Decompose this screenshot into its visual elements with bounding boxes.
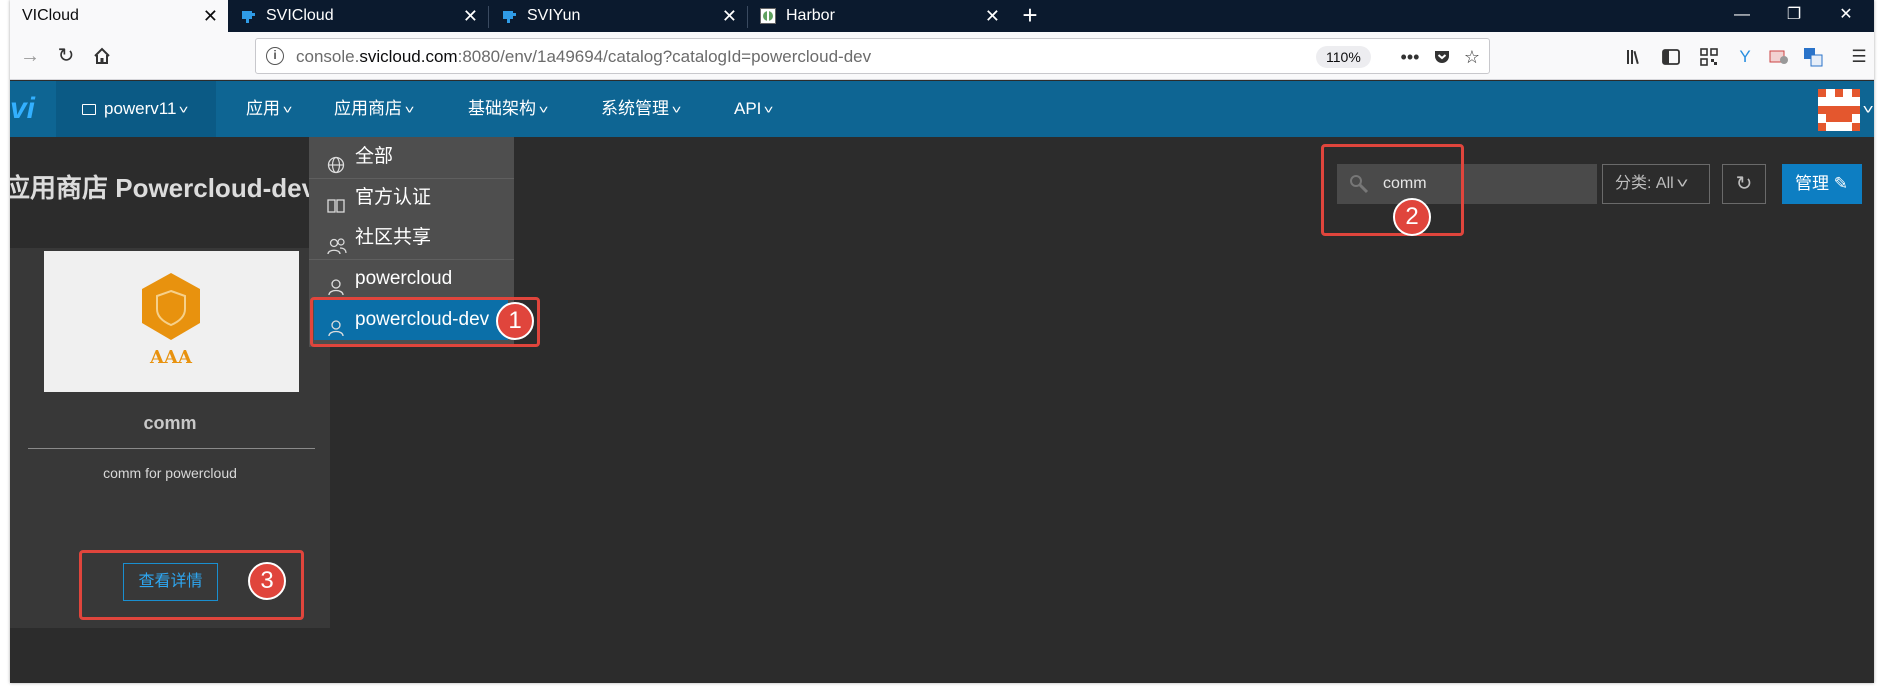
- tab-title: Harbor: [786, 7, 835, 24]
- browser-window: VICloud ✕ SVICloud ✕ SVIYun ✕ Harbor ✕ +: [10, 0, 1874, 683]
- chevron-down-icon: ˅: [1675, 175, 1689, 192]
- new-tab-button[interactable]: +: [1015, 0, 1045, 32]
- catalog-option-official[interactable]: 官方认证: [309, 178, 514, 218]
- extension-y-icon[interactable]: Y: [1732, 44, 1758, 70]
- url-text[interactable]: console.svicloud.com:8080/env/1a49694/ca…: [296, 47, 871, 67]
- site-info-icon[interactable]: i: [266, 47, 284, 65]
- page-actions-icon[interactable]: •••: [1398, 45, 1422, 69]
- catalog-option-powercloud[interactable]: powercloud: [309, 259, 514, 299]
- extension-mail-icon[interactable]: [1766, 44, 1792, 70]
- chevron-down-icon: ˅: [671, 103, 682, 117]
- home-icon[interactable]: [86, 40, 118, 72]
- harbor-favicon-icon: [760, 8, 776, 24]
- translate-icon[interactable]: [1800, 44, 1826, 70]
- annotation-number-2: 2: [1393, 198, 1431, 236]
- tab-title: SVICloud: [266, 7, 334, 24]
- divider: [28, 448, 315, 449]
- hamburger-menu-icon[interactable]: ☰: [1846, 44, 1872, 70]
- qr-code-icon[interactable]: [1696, 44, 1722, 70]
- page-title: 应用商店 Powercloud-dev: [10, 173, 317, 203]
- user-avatar[interactable]: [1818, 89, 1860, 131]
- catalog-option-all[interactable]: 全部: [309, 137, 514, 177]
- menu-infrastructure[interactable]: 基础架构 ˅: [468, 81, 549, 137]
- book-icon: [327, 190, 345, 213]
- manage-button[interactable]: 管理 ✎: [1782, 164, 1862, 204]
- chevron-down-icon: ˅: [404, 103, 415, 117]
- menu-catalog[interactable]: 应用商店 ˅: [334, 81, 415, 137]
- folder-icon: [82, 104, 96, 115]
- pocket-icon[interactable]: [1430, 45, 1454, 69]
- menu-admin[interactable]: 系统管理 ˅: [601, 81, 682, 137]
- chevron-down-icon: ˅: [538, 103, 549, 117]
- svg-text:AAA: AAA: [149, 347, 193, 368]
- refresh-icon: ↻: [1735, 173, 1753, 195]
- tab-title: VICloud: [22, 7, 79, 24]
- refresh-button[interactable]: ↻: [1722, 164, 1766, 204]
- app-name: comm: [143, 413, 197, 433]
- users-icon: [327, 230, 347, 255]
- sidebar-icon[interactable]: [1658, 44, 1684, 70]
- menu-api[interactable]: API ˅: [734, 81, 774, 137]
- chevron-down-icon: ˅: [179, 103, 189, 117]
- library-icon[interactable]: [1622, 44, 1648, 70]
- navigation-toolbar: → ↻ i console.svicloud.com:8080/env/1a49…: [10, 32, 1874, 80]
- tab-harbor[interactable]: Harbor ✕: [748, 0, 1010, 32]
- user-icon: [327, 271, 345, 296]
- environment-selector[interactable]: powerv11 ˅: [56, 81, 216, 137]
- minimize-icon[interactable]: —: [1716, 0, 1768, 32]
- close-tab-icon[interactable]: ✕: [722, 6, 737, 26]
- environment-name: powerv11: [104, 99, 177, 118]
- pencil-icon: ✎: [1833, 174, 1848, 193]
- close-tab-icon[interactable]: ✕: [985, 6, 1000, 26]
- brand-logo[interactable]: vi: [10, 81, 56, 137]
- window-close-icon[interactable]: ✕: [1820, 0, 1872, 32]
- chevron-down-icon: ˅: [282, 103, 293, 117]
- annotation-number-3: 3: [248, 562, 286, 600]
- globe-icon: [327, 149, 345, 174]
- chevron-down-icon: ˅: [764, 103, 774, 117]
- app-description: comm for powercloud: [103, 465, 237, 481]
- tab-vicloud[interactable]: VICloud ✕: [10, 0, 228, 32]
- tab-sviyun[interactable]: SVIYun ✕: [489, 0, 747, 32]
- tab-strip: VICloud ✕ SVICloud ✕ SVIYun ✕ Harbor ✕ +: [10, 0, 1874, 32]
- category-select[interactable]: 分类: All ˅: [1602, 164, 1710, 204]
- address-bar[interactable]: i console.svicloud.com:8080/env/1a49694/…: [255, 38, 1490, 74]
- app-logo: AAA: [44, 251, 299, 392]
- annotation-box-2: [1321, 144, 1464, 236]
- rancher-favicon-icon: [240, 8, 256, 24]
- catalog-option-community[interactable]: 社区共享: [309, 218, 514, 258]
- close-tab-icon[interactable]: ✕: [463, 6, 478, 26]
- forward-icon[interactable]: →: [14, 40, 46, 72]
- app-header: vi powerv11 ˅ 应用 ˅ 应用商店 ˅ 基础架构 ˅ 系统管理 ˅ API ˅ …: [10, 81, 1874, 137]
- chevron-down-icon[interactable]: ˅: [1862, 101, 1873, 117]
- menu-apps[interactable]: 应用 ˅: [246, 81, 293, 137]
- reload-icon[interactable]: ↻: [50, 40, 82, 72]
- bookmark-star-icon[interactable]: ☆: [1460, 45, 1484, 69]
- zoom-level[interactable]: 110%: [1316, 46, 1371, 68]
- annotation-number-1: 1: [496, 302, 534, 340]
- rancher-favicon-icon: [501, 8, 517, 24]
- close-tab-icon[interactable]: ✕: [203, 6, 218, 26]
- tab-title: SVIYun: [527, 7, 581, 24]
- restore-icon[interactable]: ❐: [1768, 0, 1820, 32]
- tab-svicloud[interactable]: SVICloud ✕: [228, 0, 488, 32]
